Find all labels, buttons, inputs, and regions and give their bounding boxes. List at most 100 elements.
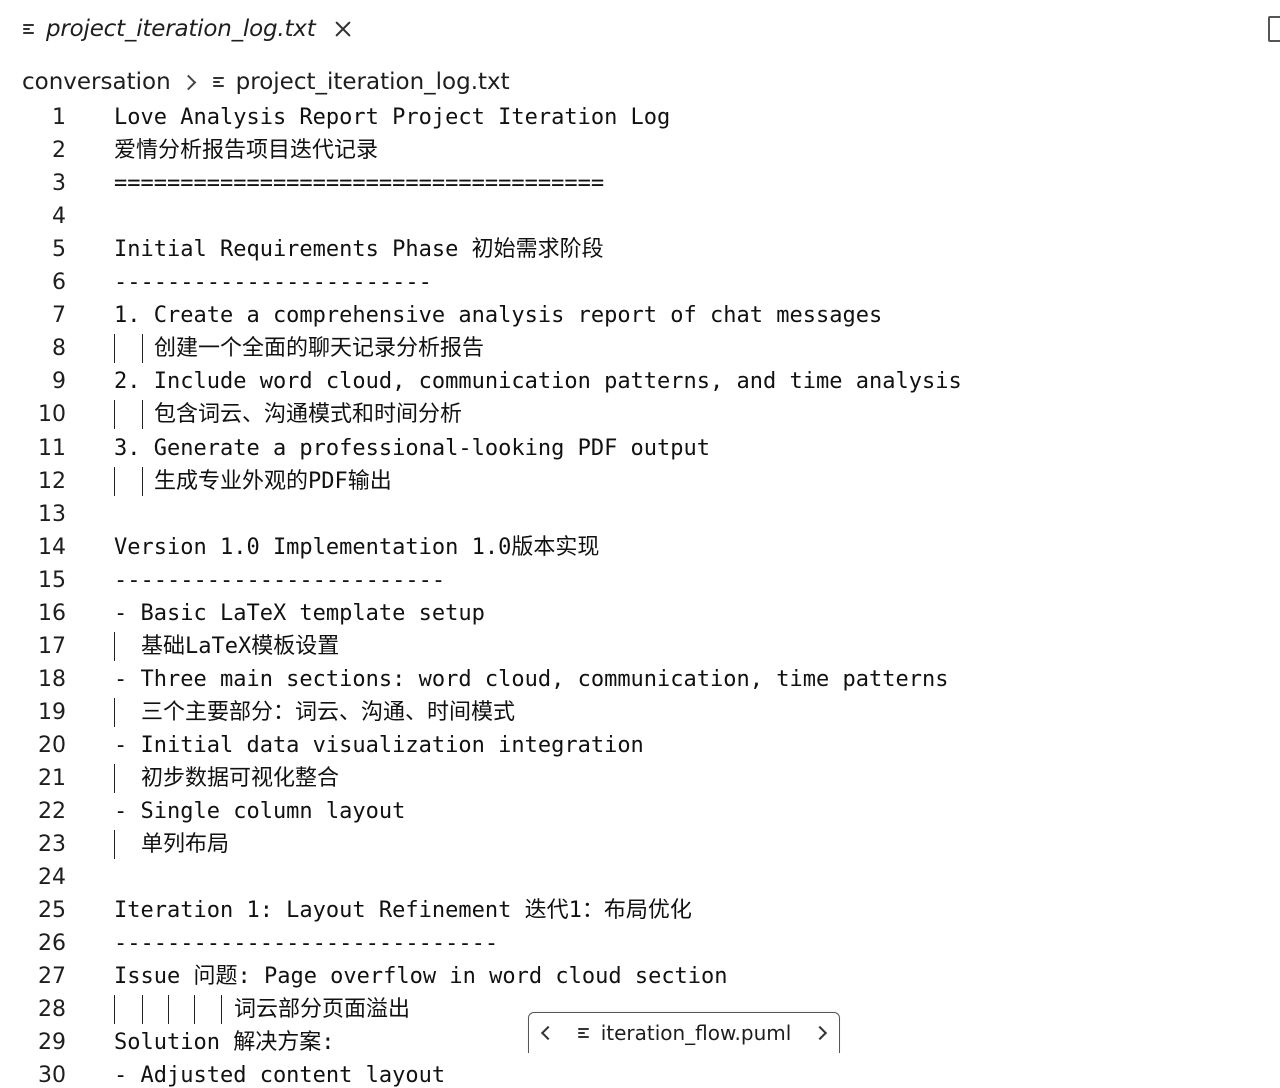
editor-line[interactable]: 14 Version 1.0 Implementation 1.0版本实现 — [0, 531, 1280, 564]
editor-line[interactable]: 7 1. Create a comprehensive analysis repo… — [0, 299, 1280, 332]
breadcrumb: conversation project_iteration_log.txt — [22, 64, 510, 100]
editor-line[interactable]: 15 ------------------------- — [0, 564, 1280, 597]
float-file-link[interactable]: iteration_flow.puml — [577, 1021, 792, 1045]
indent-guide — [114, 400, 115, 430]
line-text: 创建一个全面的聊天记录分析报告 — [154, 336, 485, 362]
indent-guide — [221, 995, 222, 1025]
line-number: 17 — [38, 633, 66, 659]
editor-line[interactable]: 26 ----------------------------- — [0, 927, 1280, 960]
line-text: 三个主要部分：词云、沟通、时间模式 — [141, 699, 516, 725]
editor-line[interactable]: 16 - Basic LaTeX template setup — [0, 597, 1280, 630]
editor-line[interactable]: 21 初步数据可视化整合 — [0, 762, 1280, 795]
line-number: 7 — [52, 303, 66, 329]
line-text: 词云部分页面溢出 — [234, 997, 411, 1023]
indent-guide — [142, 995, 143, 1025]
line-number: 26 — [38, 931, 66, 957]
line-text: Solution 解决方案: — [114, 1030, 335, 1056]
line-number: 27 — [38, 964, 66, 990]
line-text: ------------------------ — [114, 270, 432, 296]
line-number: 1 — [52, 105, 66, 130]
line-text: 爱情分析报告项目迭代记录 — [114, 138, 379, 164]
line-number: 25 — [38, 898, 66, 924]
editor-line[interactable]: 13 — [0, 498, 1280, 531]
editor-line[interactable]: 11 3. Generate a professional-looking PDF… — [0, 432, 1280, 465]
line-text: Initial Requirements Phase 初始需求阶段 — [114, 237, 604, 263]
line-text: 1. Create a comprehensive analysis repor… — [114, 303, 883, 329]
line-text: ------------------------- — [114, 567, 446, 593]
line-number: 16 — [38, 600, 66, 626]
line-number: 10 — [38, 402, 66, 428]
editor-line[interactable]: 17 基础LaTeX模板设置 — [0, 630, 1280, 663]
line-text: 2. Include word cloud, communication pat… — [114, 369, 962, 395]
line-text: 生成专业外观的PDF输出 — [154, 468, 392, 494]
line-number: 29 — [38, 1030, 66, 1056]
tab-label: project_iteration_log.txt — [46, 16, 316, 42]
editor-line[interactable]: 1 Love Analysis Report Project Iteration … — [0, 101, 1280, 134]
line-number: 14 — [38, 534, 66, 560]
editor-line[interactable]: 19 三个主要部分：词云、沟通、时间模式 — [0, 696, 1280, 729]
editor-line[interactable]: 2 爱情分析报告项目迭代记录 — [0, 134, 1280, 167]
editor-line[interactable]: 18 - Three main sections: word cloud, com… — [0, 663, 1280, 696]
editor-line[interactable]: 4 — [0, 200, 1280, 233]
line-text: Version 1.0 Implementation 1.0版本实现 — [114, 534, 600, 560]
chevron-left-icon[interactable] — [540, 1025, 555, 1041]
line-number: 21 — [38, 766, 66, 791]
line-text: - Single column layout — [114, 799, 406, 825]
indent-guide — [194, 995, 195, 1025]
editor-line[interactable]: 25 Iteration 1: Layout Refinement 迭代1：布局优… — [0, 894, 1280, 927]
breadcrumb-folder[interactable]: conversation — [22, 69, 171, 95]
indent-guide — [114, 995, 115, 1025]
file-lines-icon — [22, 22, 36, 36]
editor-line[interactable]: 22 - Single column layout — [0, 795, 1280, 828]
line-text: - Three main sections: word cloud, commu… — [114, 666, 949, 692]
editor-line[interactable]: 10 包含词云、沟通模式和时间分析 — [0, 398, 1280, 431]
line-number: 30 — [38, 1063, 66, 1088]
text-editor[interactable]: 1 Love Analysis Report Project Iteration … — [0, 101, 1280, 1088]
editor-line[interactable]: 9 2. Include word cloud, communication pa… — [0, 365, 1280, 398]
indent-guide — [114, 334, 115, 364]
chevron-right-icon[interactable] — [813, 1025, 828, 1041]
editor-line[interactable]: 5 Initial Requirements Phase 初始需求阶段 — [0, 233, 1280, 266]
line-text: 初步数据可视化整合 — [141, 766, 340, 791]
breadcrumb-file[interactable]: project_iteration_log.txt — [236, 69, 510, 95]
line-number: 20 — [38, 732, 66, 758]
editor-line[interactable]: 6 ------------------------ — [0, 266, 1280, 299]
editor-line[interactable]: 30 - Adjusted content layout — [0, 1059, 1280, 1088]
editor-line[interactable]: 20 - Initial data visualization integrati… — [0, 729, 1280, 762]
line-number: 19 — [38, 699, 66, 725]
editor-line[interactable]: 8 创建一个全面的聊天记录分析报告 — [0, 332, 1280, 365]
indent-guide — [114, 697, 115, 727]
line-text: ===================================== — [114, 171, 605, 197]
indent-guide — [114, 631, 115, 661]
editor-line[interactable]: 23 单列布局 — [0, 828, 1280, 861]
line-text: 基础LaTeX模板设置 — [141, 633, 340, 659]
editor-tab[interactable]: project_iteration_log.txt — [22, 12, 354, 46]
line-number: 13 — [38, 501, 66, 527]
indent-guide — [114, 764, 115, 793]
line-number: 12 — [38, 468, 66, 494]
line-text: Issue 问题: Page overflow in word cloud se… — [114, 964, 728, 990]
chevron-right-icon — [180, 74, 196, 90]
line-number: 22 — [38, 799, 66, 825]
line-number: 8 — [52, 336, 66, 362]
line-text: - Basic LaTeX template setup — [114, 600, 485, 626]
editor-line[interactable]: 24 — [0, 861, 1280, 894]
indent-guide — [114, 466, 115, 496]
file-lines-icon — [212, 75, 226, 89]
line-number: 23 — [38, 832, 66, 858]
file-lines-icon — [577, 1026, 591, 1040]
indent-guide — [168, 995, 169, 1025]
split-editor-icon[interactable] — [1268, 16, 1280, 42]
line-text: Iteration 1: Layout Refinement 迭代1：布局优化 — [114, 898, 692, 924]
line-number: 24 — [38, 865, 66, 891]
float-file-label: iteration_flow.puml — [600, 1021, 792, 1045]
editor-line[interactable]: 27 Issue 问题: Page overflow in word cloud … — [0, 960, 1280, 993]
line-number: 11 — [38, 435, 66, 461]
file-navigation-widget: iteration_flow.puml — [528, 1012, 840, 1053]
close-icon[interactable] — [332, 18, 354, 40]
line-text: 包含词云、沟通模式和时间分析 — [154, 402, 463, 428]
editor-line[interactable]: 12 生成专业外观的PDF输出 — [0, 465, 1280, 498]
editor-line[interactable]: 3 ===================================== — [0, 167, 1280, 200]
indent-guide — [142, 334, 143, 364]
line-text: Love Analysis Report Project Iteration L… — [114, 105, 671, 130]
